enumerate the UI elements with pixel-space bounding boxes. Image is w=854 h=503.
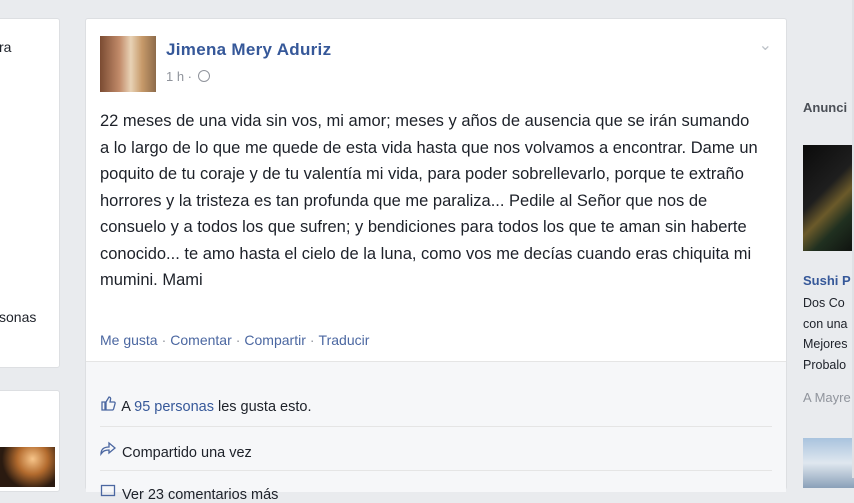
globe-icon xyxy=(197,70,210,82)
feedback-divider-2 xyxy=(100,470,772,471)
left-card-text-bottom[interactable]: sonas xyxy=(0,309,36,325)
share-link[interactable]: Compartir xyxy=(244,332,305,348)
likes-count-link[interactable]: 95 personas xyxy=(134,399,214,415)
more-comments-text[interactable]: Ver 23 comentarios más xyxy=(122,487,278,503)
ad-desc-line: con una xyxy=(803,316,848,331)
ad-title[interactable]: Sushi P xyxy=(803,273,851,288)
ad-social-context[interactable]: A Mayre xyxy=(803,390,851,405)
more-comments[interactable]: Ver 23 comentarios más xyxy=(100,483,278,503)
ad-desc-line: Mejores xyxy=(803,337,848,351)
shares-summary[interactable]: Compartido una vez xyxy=(100,441,252,461)
author-avatar[interactable] xyxy=(100,36,156,92)
left-sidebar-card-2 xyxy=(0,390,60,492)
like-link[interactable]: Me gusta xyxy=(100,332,158,348)
left-card-text-top[interactable]: ra xyxy=(0,39,11,55)
ad-desc-line: Dos Co xyxy=(803,296,845,310)
ads-header: Anunci xyxy=(803,100,848,115)
share-arrow-icon xyxy=(100,441,118,461)
likes-suffix: les gusta esto. xyxy=(217,399,312,415)
author-name[interactable]: Jimena Mery Aduriz xyxy=(166,40,331,60)
post-text: 22 meses de una vida sin vos, mi amor; m… xyxy=(100,112,758,289)
feedback-divider xyxy=(100,426,772,427)
chevron-down-icon[interactable]: ⌄ xyxy=(759,35,772,55)
comment-link[interactable]: Comentar xyxy=(170,332,231,348)
left-card-thumbnail[interactable] xyxy=(0,447,55,487)
post-feedback: A 95 personas les gusta esto. Compartido… xyxy=(86,362,786,503)
post-time[interactable]: 1 h · xyxy=(166,69,192,84)
thumbs-up-icon xyxy=(100,395,118,415)
ad-image-2[interactable] xyxy=(803,438,854,488)
ad-image[interactable] xyxy=(803,145,854,251)
post-actions: Me gusta · Comentar · Compartir · Traducir xyxy=(100,332,370,348)
ad-description: Dos Co con una Mejores Probalo xyxy=(803,293,854,375)
comment-icon xyxy=(100,483,118,503)
ad-desc-line: Probalo xyxy=(803,357,847,372)
shares-text[interactable]: Compartido una vez xyxy=(122,445,252,461)
post-meta: 1 h · xyxy=(166,69,210,84)
left-sidebar-card: ra sonas xyxy=(0,18,60,368)
likes-summary: A 95 personas les gusta esto. xyxy=(100,395,311,415)
likes-prefix: A xyxy=(121,399,131,415)
translate-link[interactable]: Traducir xyxy=(319,332,370,348)
feed-post: Jimena Mery Aduriz 1 h · ⌄ 22 meses de u… xyxy=(85,18,787,503)
